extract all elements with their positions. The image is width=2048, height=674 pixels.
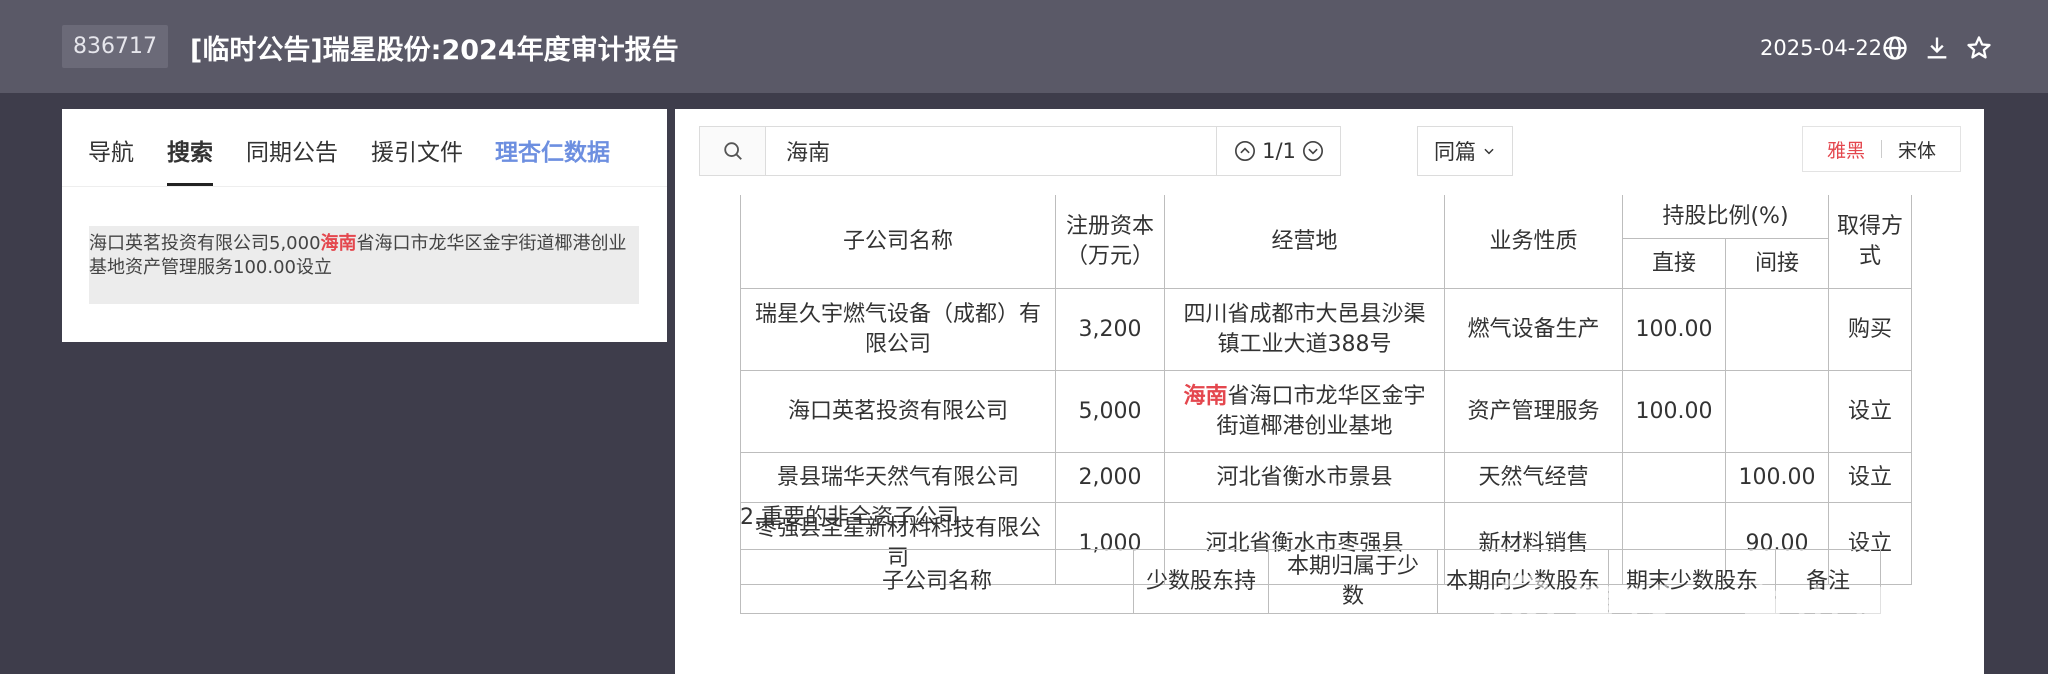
font-option-songti[interactable]: 宋体	[1898, 136, 1936, 163]
chevron-down-icon	[1484, 148, 1494, 155]
tab-cited-documents[interactable]: 援引文件	[371, 133, 463, 167]
download-icon[interactable]	[1923, 34, 1951, 62]
match-navigator: 1/1	[1216, 127, 1341, 175]
search-scope-select[interactable]: 同篇	[1417, 126, 1513, 176]
header-nature: 业务性质	[1444, 195, 1623, 289]
search-hit: 海南	[320, 233, 357, 254]
tab-lixinger-data[interactable]: 理杏仁数据	[495, 133, 610, 167]
left-panel: 导航 搜索 同期公告 援引文件 理杏仁数据 海口英茗投资有限公司5,000海南省…	[62, 109, 667, 342]
match-count: 1/1	[1262, 139, 1296, 163]
header-capital: 注册资本（万元）	[1055, 195, 1165, 289]
tab-same-period-announcements[interactable]: 同期公告	[246, 133, 338, 167]
left-tabs: 导航 搜索 同期公告 援引文件 理杏仁数据	[62, 109, 667, 187]
document-title: [临时公告]瑞星股份:2024年度审计报告	[190, 35, 679, 66]
section-heading: 2.重要的非全资子公司	[740, 505, 959, 530]
header-method: 取得方式	[1828, 195, 1912, 289]
font-divider	[1881, 140, 1882, 158]
header-direct: 直接	[1622, 238, 1726, 289]
search-box: 1/1	[699, 126, 1341, 176]
table-row: 瑞星久宇燃气设备（成都）有限公司 3,200 四川省成都市大邑县沙渠镇工业大道3…	[740, 288, 1912, 371]
previous-match-icon[interactable]	[1234, 140, 1256, 162]
header-name: 子公司名称	[740, 195, 1056, 289]
tab-search[interactable]: 搜索	[167, 133, 213, 186]
search-hit: 海南	[1183, 383, 1228, 409]
xueqiu-watermark: 雪球：京市评论	[1490, 571, 1960, 642]
table-row: 景县瑞华天然气有限公司 2,000 河北省衡水市景县 天然气经营 100.00 …	[740, 452, 1912, 503]
font-option-yahei[interactable]: 雅黑	[1827, 136, 1865, 163]
stock-code-badge: 836717	[62, 25, 168, 68]
search-icon[interactable]	[700, 127, 766, 175]
top-bar: 836717 [临时公告]瑞星股份:2024年度审计报告 2025-04-22	[0, 0, 2048, 93]
font-switch: 雅黑 宋体	[1802, 126, 1961, 172]
next-match-icon[interactable]	[1302, 140, 1324, 162]
search-result-item[interactable]: 海口英茗投资有限公司5,000海南省海口市龙华区金宇街道椰港创业基地资产管理服务…	[89, 226, 639, 304]
xueqiu-logo-icon	[1493, 575, 1555, 637]
header-ratio: 持股比例(%)	[1622, 195, 1829, 239]
document-date: 2025-04-22	[1760, 36, 1883, 60]
table-row: 海口英茗投资有限公司 5,000 海南省海口市龙华区金宇街道椰港创业基地 资产管…	[740, 370, 1912, 453]
header-indirect: 间接	[1725, 238, 1829, 289]
star-icon[interactable]	[1965, 34, 1993, 62]
header-place: 经营地	[1164, 195, 1445, 289]
search-input[interactable]	[766, 127, 1216, 175]
globe-icon[interactable]	[1881, 34, 1909, 62]
tab-navigation[interactable]: 导航	[88, 133, 134, 167]
